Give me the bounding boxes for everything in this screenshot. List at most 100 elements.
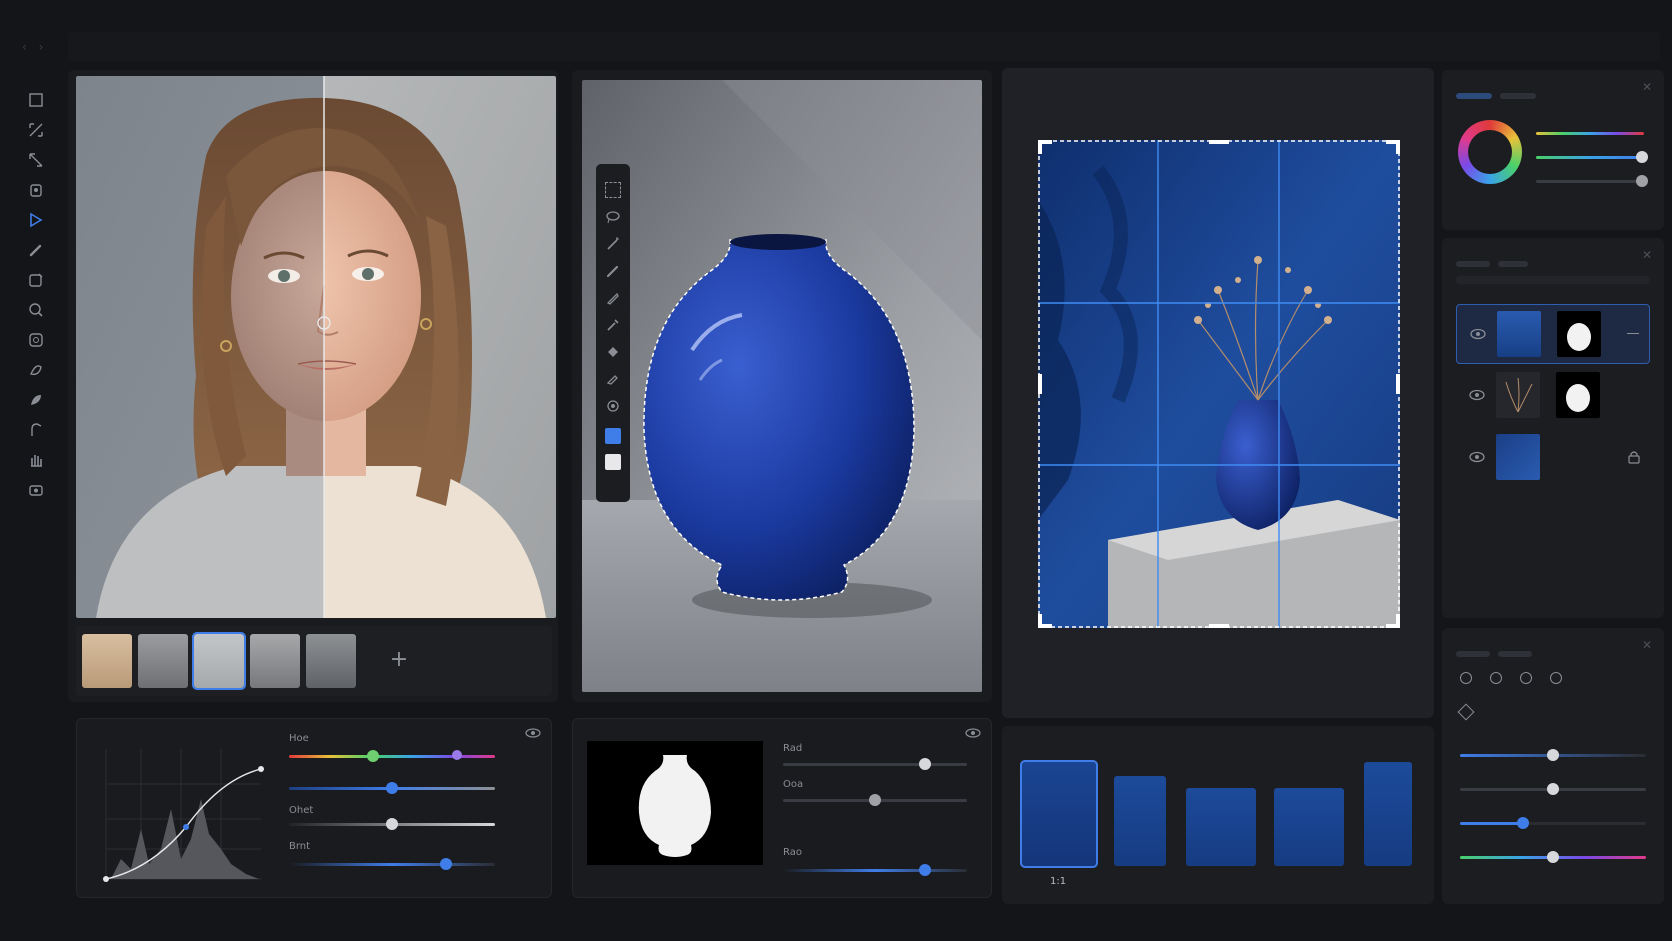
close-icon[interactable]: ✕ bbox=[1642, 248, 1652, 262]
blue-slider[interactable] bbox=[783, 864, 967, 876]
hue-slider-knob[interactable] bbox=[367, 750, 380, 762]
lightness-slider[interactable] bbox=[1536, 175, 1648, 187]
balance-icon[interactable] bbox=[1550, 672, 1562, 684]
burn-icon[interactable] bbox=[26, 390, 46, 410]
vase-image[interactable] bbox=[582, 80, 982, 692]
crop-canvas[interactable] bbox=[1038, 140, 1400, 628]
eye-icon[interactable] bbox=[1468, 450, 1486, 464]
pen-icon[interactable] bbox=[605, 290, 621, 306]
layer-row-flowers[interactable] bbox=[1456, 366, 1650, 426]
film-frame[interactable] bbox=[1186, 788, 1256, 866]
adjustment-knob-1[interactable] bbox=[1547, 749, 1559, 761]
adjustments-panel-tabs bbox=[1456, 642, 1540, 657]
marquee-icon[interactable] bbox=[605, 182, 621, 198]
magic-wand-icon[interactable] bbox=[605, 236, 621, 252]
tab-channels[interactable] bbox=[1498, 261, 1528, 267]
pen-icon[interactable] bbox=[26, 420, 46, 440]
mask-preview[interactable] bbox=[587, 741, 763, 865]
saturation-slider[interactable] bbox=[1536, 151, 1648, 163]
portrait-thumbnail[interactable] bbox=[250, 634, 300, 688]
eye-icon[interactable] bbox=[1468, 388, 1486, 402]
layer-mask-thumbnail[interactable] bbox=[1557, 311, 1601, 357]
zoom-icon[interactable] bbox=[26, 300, 46, 320]
color-wheel[interactable] bbox=[1458, 120, 1522, 184]
brightness-slider-knob[interactable] bbox=[439, 858, 452, 870]
dodge-icon[interactable] bbox=[26, 360, 46, 380]
spot-heal-icon[interactable] bbox=[605, 398, 621, 414]
adjustment-slider-3[interactable] bbox=[1460, 817, 1646, 829]
close-icon[interactable]: ✕ bbox=[1642, 80, 1652, 94]
portrait-thumbnail-active[interactable] bbox=[192, 632, 246, 690]
foreground-color-swatch[interactable] bbox=[605, 428, 621, 444]
contrast-slider-knob[interactable] bbox=[386, 818, 398, 830]
eye-icon[interactable] bbox=[525, 727, 541, 739]
tab-properties[interactable] bbox=[1498, 651, 1532, 657]
levels-icon[interactable] bbox=[1460, 672, 1472, 684]
saturation-knob[interactable] bbox=[1635, 151, 1648, 163]
adjustment-slider-1[interactable] bbox=[1460, 749, 1646, 761]
layer-filter-bar[interactable] bbox=[1456, 276, 1650, 284]
blue-slider-knob[interactable] bbox=[918, 864, 931, 876]
brush-icon[interactable] bbox=[26, 240, 46, 260]
layer-row-vase[interactable] bbox=[1456, 304, 1650, 364]
red-slider[interactable] bbox=[783, 758, 967, 770]
lightness-knob[interactable] bbox=[1635, 175, 1648, 187]
layer-options-icon[interactable] bbox=[1627, 333, 1639, 335]
perspective-icon[interactable] bbox=[26, 150, 46, 170]
portrait-thumbnail[interactable] bbox=[138, 634, 188, 688]
eye-icon[interactable] bbox=[1469, 327, 1487, 341]
tab-layers[interactable] bbox=[1456, 261, 1490, 267]
heal-icon[interactable] bbox=[26, 330, 46, 350]
gradient-icon[interactable] bbox=[1457, 703, 1475, 721]
nav-arrows[interactable]: ‹ › bbox=[22, 40, 47, 54]
exposure-icon[interactable] bbox=[1490, 672, 1502, 684]
portrait-image[interactable] bbox=[76, 76, 556, 618]
transform-icon[interactable] bbox=[26, 120, 46, 140]
adjustment-knob-4[interactable] bbox=[1547, 851, 1559, 863]
tab-color[interactable] bbox=[1456, 93, 1492, 99]
crop-icon[interactable] bbox=[26, 90, 46, 110]
adjustment-knob-2[interactable] bbox=[1547, 783, 1559, 795]
film-frame-active[interactable] bbox=[1020, 760, 1098, 868]
film-frame[interactable] bbox=[1114, 776, 1166, 866]
hue-slider[interactable] bbox=[289, 750, 495, 762]
brightness-slider[interactable] bbox=[289, 858, 495, 870]
lasso-icon[interactable] bbox=[605, 209, 621, 225]
saturation-slider-knob[interactable] bbox=[386, 782, 398, 794]
layer-mask-thumbnail[interactable] bbox=[1556, 372, 1600, 418]
red-slider-knob[interactable] bbox=[918, 758, 931, 770]
vibrance-icon[interactable] bbox=[1520, 672, 1532, 684]
portrait-thumbnail[interactable] bbox=[306, 634, 356, 688]
hue-slider[interactable] bbox=[1536, 132, 1644, 135]
green-slider-knob[interactable] bbox=[869, 794, 881, 806]
eraser-icon[interactable] bbox=[605, 371, 621, 387]
adjustment-slider-4[interactable] bbox=[1460, 851, 1646, 863]
lock-icon[interactable] bbox=[1628, 450, 1640, 464]
add-image-button[interactable]: + bbox=[386, 648, 412, 674]
green-slider[interactable] bbox=[783, 794, 967, 806]
curves-histogram[interactable] bbox=[91, 739, 271, 889]
hue-slider-end-knob[interactable] bbox=[451, 750, 462, 760]
film-frame[interactable] bbox=[1364, 762, 1412, 866]
frame-icon[interactable] bbox=[26, 270, 46, 290]
tab-adjustments[interactable] bbox=[1456, 651, 1490, 657]
portrait-thumbnail[interactable] bbox=[82, 634, 132, 688]
clone-icon[interactable] bbox=[26, 180, 46, 200]
top-bar bbox=[68, 32, 1660, 62]
adjustment-slider-2[interactable] bbox=[1460, 783, 1646, 795]
layer-mask-icon[interactable] bbox=[26, 480, 46, 500]
contrast-slider[interactable] bbox=[289, 818, 495, 830]
adjustment-knob-3[interactable] bbox=[1517, 817, 1530, 829]
eyedropper-icon[interactable] bbox=[605, 317, 621, 333]
eye-icon[interactable] bbox=[965, 727, 981, 739]
saturation-slider[interactable] bbox=[289, 782, 495, 794]
close-icon[interactable]: ✕ bbox=[1642, 638, 1652, 652]
tab-swatches[interactable] bbox=[1500, 93, 1536, 99]
background-color-swatch[interactable] bbox=[605, 454, 621, 470]
brush-icon[interactable] bbox=[605, 263, 621, 279]
film-frame[interactable] bbox=[1274, 788, 1344, 866]
select-icon[interactable] bbox=[26, 210, 46, 230]
bucket-icon[interactable] bbox=[605, 344, 621, 360]
hand-icon[interactable] bbox=[26, 450, 46, 470]
layer-row-background[interactable] bbox=[1456, 428, 1650, 488]
